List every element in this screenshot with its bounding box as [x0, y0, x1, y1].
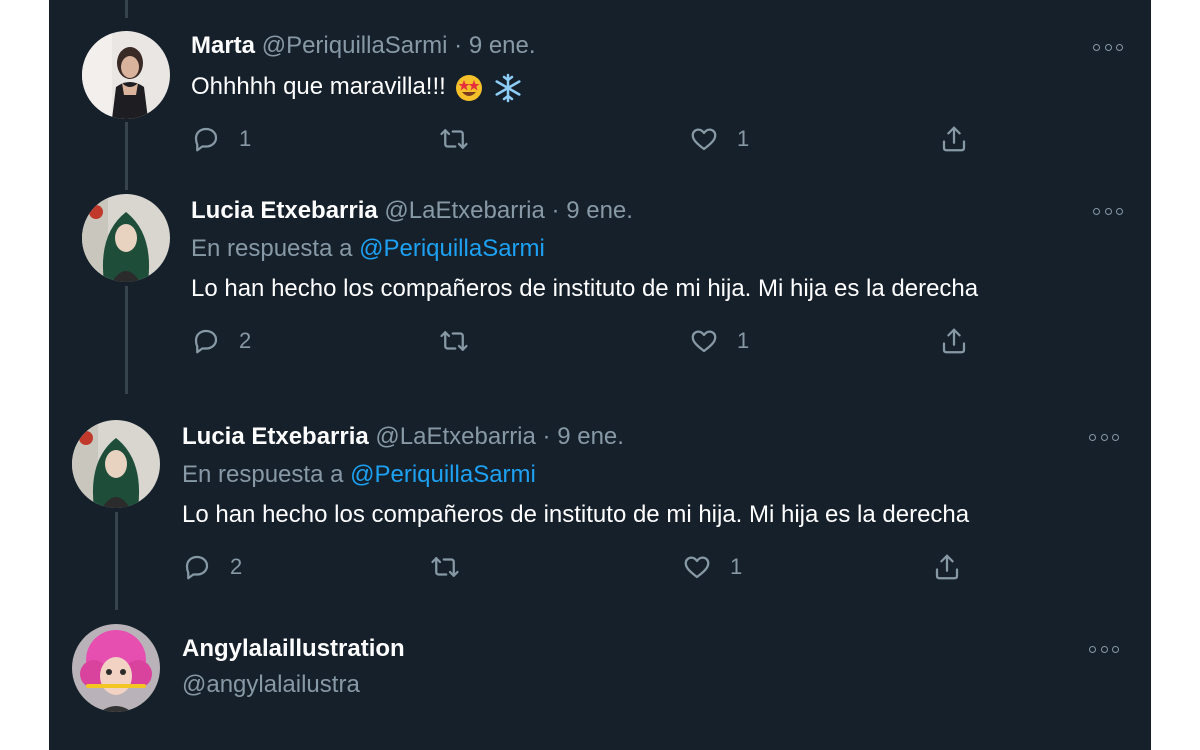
like-count: 1	[730, 554, 743, 579]
avatar-angylala[interactable]	[72, 624, 160, 712]
star-struck-emoji	[456, 74, 483, 101]
user-handle[interactable]: @PeriquillaSarmi	[262, 32, 448, 59]
like-button[interactable]: 1	[682, 552, 742, 582]
retweet-icon	[440, 129, 468, 149]
like-icon	[691, 330, 717, 353]
like-button[interactable]: 1	[689, 124, 749, 154]
tweet-date[interactable]: 9 ene.	[469, 32, 536, 59]
like-icon	[684, 556, 710, 579]
reply-button[interactable]: 2	[191, 326, 251, 356]
display-name[interactable]: Marta	[191, 32, 255, 59]
tweet-actions: 2 1	[182, 552, 982, 584]
tweet-text: Lo han hecho los compañeros de instituto…	[191, 275, 979, 302]
reply-icon	[185, 555, 209, 580]
reply-prefix: En respuesta a	[191, 235, 353, 262]
tweet-lucia-1[interactable]: Lucia Etxebarria @LaEtxebarria · 9 ene. …	[49, 180, 1151, 400]
retweet-icon	[431, 557, 459, 577]
tweet-text: Ohhhhh que maravilla!!!	[191, 72, 523, 103]
avatar-lucia-image	[82, 194, 170, 282]
tweet-thread-panel: Marta @PeriquillaSarmi · 9 ene. Ohhhhh q…	[49, 0, 1151, 750]
retweet-icon	[440, 331, 468, 351]
share-icon	[942, 126, 966, 152]
tweet-marta[interactable]: Marta @PeriquillaSarmi · 9 ene. Ohhhhh q…	[49, 0, 1151, 180]
reply-context: En respuesta a @PeriquillaSarmi	[191, 234, 545, 264]
tweet-header: Marta @PeriquillaSarmi · 9 ene.	[191, 31, 536, 61]
avatar-angylala-image	[72, 624, 160, 712]
share-button[interactable]	[932, 552, 962, 582]
avatar-lucia[interactable]	[72, 420, 160, 508]
snowflake-emoji	[495, 73, 521, 102]
tweet-lucia-2[interactable]: Lucia Etxebarria @LaEtxebarria · 9 ene. …	[49, 406, 1151, 616]
tweet-date[interactable]: 9 ene.	[557, 423, 624, 450]
like-count: 1	[737, 328, 750, 353]
user-handle[interactable]: @angylalailustra	[182, 670, 360, 700]
reply-count: 1	[239, 126, 252, 151]
like-count: 1	[737, 126, 750, 151]
more-options-icon[interactable]	[1093, 42, 1123, 52]
reply-mention-link[interactable]: @PeriquillaSarmi	[350, 461, 536, 488]
separator-dot: ·	[454, 32, 463, 59]
reply-prefix: En respuesta a	[182, 461, 344, 488]
tweet-header: Lucia Etxebarria @LaEtxebarria · 9 ene.	[191, 196, 633, 226]
separator-dot: ·	[542, 423, 551, 450]
more-options-icon[interactable]	[1089, 644, 1119, 654]
avatar-marta[interactable]	[82, 31, 170, 119]
like-button[interactable]: 1	[689, 326, 749, 356]
tweet-header: Lucia Etxebarria @LaEtxebarria · 9 ene.	[182, 422, 624, 452]
avatar-marta-image	[82, 31, 170, 119]
more-options-icon[interactable]	[1089, 432, 1119, 442]
share-button[interactable]	[939, 326, 969, 356]
avatar-lucia-image	[72, 420, 160, 508]
reply-count: 2	[230, 554, 243, 579]
display-name[interactable]: Lucia Etxebarria	[191, 197, 378, 224]
share-icon	[935, 554, 959, 580]
display-name[interactable]: Angylalaillustration	[182, 634, 405, 664]
share-button[interactable]	[939, 124, 969, 154]
tweet-text-content: Ohhhhh que maravilla!!!	[191, 73, 446, 100]
reply-context: En respuesta a @PeriquillaSarmi	[182, 460, 536, 490]
tweet-text: Lo han hecho los compañeros de instituto…	[182, 501, 970, 528]
tweet-actions: 1 1	[191, 124, 991, 156]
display-name[interactable]: Lucia Etxebarria	[182, 423, 369, 450]
reply-count: 2	[239, 328, 252, 353]
user-handle[interactable]: @LaEtxebarria	[384, 197, 544, 224]
retweet-button[interactable]	[439, 124, 487, 154]
separator-dot: ·	[551, 197, 560, 224]
reply-button[interactable]: 1	[191, 124, 251, 154]
tweet-date[interactable]: 9 ene.	[566, 197, 633, 224]
reply-button[interactable]: 2	[182, 552, 242, 582]
user-handle[interactable]: @LaEtxebarria	[375, 423, 535, 450]
share-icon	[942, 328, 966, 354]
like-icon	[691, 128, 717, 151]
tweet-actions: 2 1	[191, 326, 991, 358]
reply-icon	[194, 127, 218, 152]
reply-mention-link[interactable]: @PeriquillaSarmi	[359, 235, 545, 262]
tweet-angylala[interactable]: Angylalaillustration @angylalailustra	[49, 616, 1151, 750]
retweet-button[interactable]	[430, 552, 478, 582]
more-options-icon[interactable]	[1093, 206, 1123, 216]
retweet-button[interactable]	[439, 326, 487, 356]
reply-icon	[194, 329, 218, 354]
avatar-lucia[interactable]	[82, 194, 170, 282]
